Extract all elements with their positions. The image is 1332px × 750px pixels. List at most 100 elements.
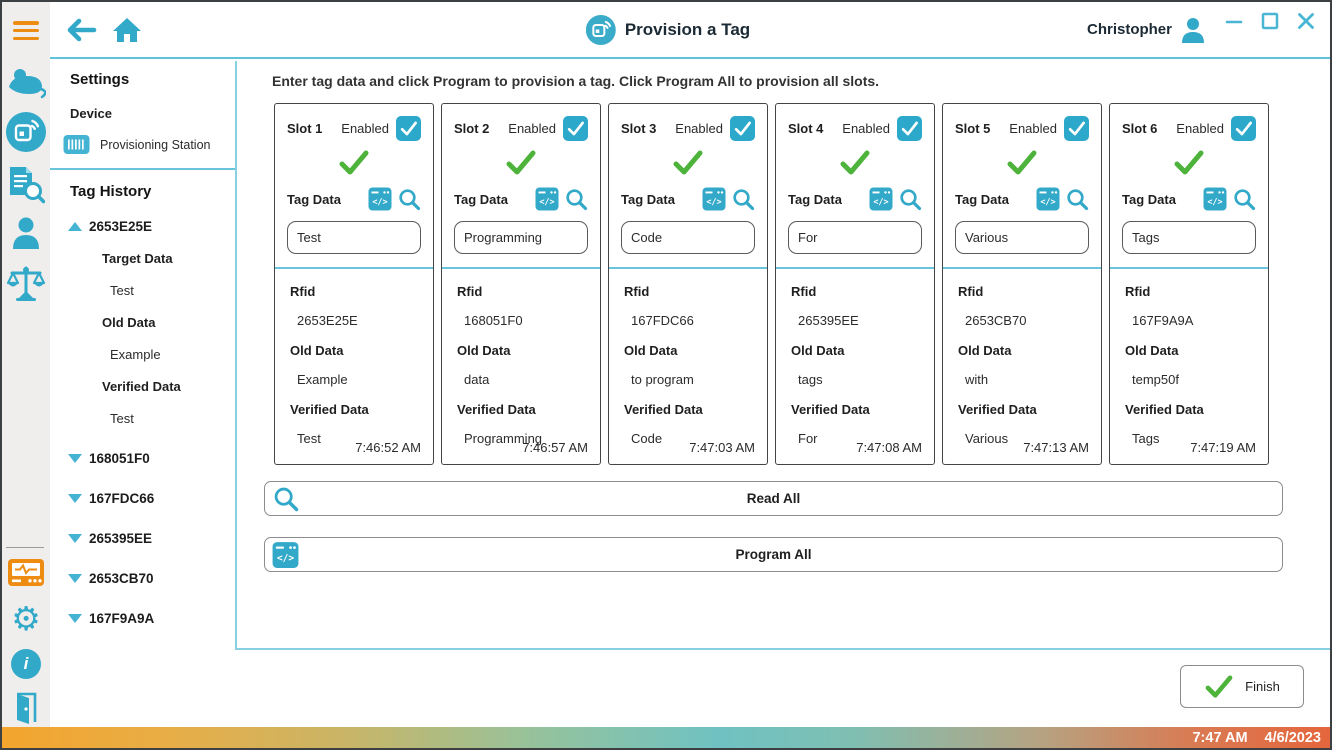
provision-tag-icon [586, 15, 616, 45]
enabled-label: Enabled [341, 121, 389, 136]
status-date: 4/6/2023 [1265, 730, 1321, 746]
sidebar-item-about[interactable]: i [11, 649, 41, 679]
read-slot-button[interactable] [1232, 187, 1256, 211]
program-slot-button[interactable]: </> [368, 187, 392, 211]
read-slot-button[interactable] [1065, 187, 1089, 211]
slot-timestamp: 7:47:13 AM [1023, 440, 1089, 455]
device-provisioning-station[interactable]: Provisioning Station [63, 134, 235, 155]
program-all-button[interactable]: </> Program All [264, 537, 1283, 572]
rfid-value: 167F9A9A [1122, 313, 1256, 328]
minimize-button[interactable] [1224, 11, 1244, 31]
sidebar-item-users[interactable] [11, 216, 41, 250]
back-button[interactable] [64, 16, 98, 44]
read-slot-button[interactable] [564, 187, 588, 211]
slot-card: Slot 6 Enabled [1109, 103, 1269, 465]
card-divider [1110, 267, 1268, 269]
program-slot-button[interactable]: </> [869, 187, 893, 211]
sidebar-item-settings[interactable]: ⚙ [11, 602, 41, 635]
history-item[interactable]: 167F9A9A [68, 611, 235, 626]
finish-button[interactable]: Finish [1180, 665, 1304, 708]
sidebar-item-provision-tag[interactable] [6, 112, 46, 152]
program-slot-button[interactable]: </> [1203, 187, 1227, 211]
rfid-label: Rfid [788, 284, 922, 299]
chevron-down-icon [68, 614, 82, 623]
history-id: 167F9A9A [89, 611, 154, 626]
program-all-label: Program All [735, 547, 811, 562]
enabled-checkbox[interactable] [396, 116, 421, 141]
rfid-value: 2653E25E [287, 313, 421, 328]
enabled-label: Enabled [842, 121, 890, 136]
history-item[interactable]: 265395EE [68, 531, 235, 546]
user-icon [1180, 16, 1206, 44]
history-item[interactable]: 168051F0 [68, 451, 235, 466]
sidebar-item-station[interactable] [7, 558, 45, 590]
read-slot-button[interactable] [731, 187, 755, 211]
enabled-checkbox[interactable] [730, 116, 755, 141]
history-section-label: Old Data [102, 315, 235, 330]
main-content: Enter tag data and click Program to prov… [236, 61, 1330, 572]
success-check-icon [672, 150, 704, 176]
chevron-down-icon [68, 574, 82, 583]
barcode-station-icon [63, 134, 90, 155]
verified-data-label: Verified Data [1122, 402, 1256, 417]
home-button[interactable] [112, 16, 142, 44]
header: Provision a Tag Christopher [50, 2, 1330, 59]
tag-data-input[interactable] [1122, 221, 1256, 254]
history-item[interactable]: 2653CB70 [68, 571, 235, 586]
page-title-group: Provision a Tag [586, 15, 750, 45]
tag-data-label: Tag Data [955, 192, 1009, 207]
tag-data-input[interactable] [955, 221, 1089, 254]
enabled-label: Enabled [675, 121, 723, 136]
tag-data-input[interactable] [621, 221, 755, 254]
sidebar-item-tag-report[interactable] [7, 164, 45, 204]
tag-data-input[interactable] [454, 221, 588, 254]
sidebar-item-mouse[interactable] [6, 64, 46, 102]
old-data-value: to program [621, 372, 755, 387]
enabled-checkbox[interactable] [1064, 116, 1089, 141]
maximize-button[interactable] [1260, 11, 1280, 31]
tag-data-input[interactable] [287, 221, 421, 254]
tag-data-input[interactable] [788, 221, 922, 254]
info-icon: i [11, 649, 41, 679]
card-divider [442, 267, 600, 269]
history-item-expanded[interactable]: 2653E25E [68, 219, 235, 234]
old-data-label: Old Data [788, 343, 922, 358]
read-all-button[interactable]: Read All [264, 481, 1283, 516]
slot-cards: Slot 1 Enabled [274, 103, 1330, 465]
slot-card: Slot 5 Enabled [942, 103, 1102, 465]
gear-icon: ⚙ [11, 602, 41, 635]
success-check-icon [1006, 150, 1038, 176]
enabled-checkbox[interactable] [563, 116, 588, 141]
history-section-value: Test [110, 283, 235, 298]
hamburger-menu-icon[interactable] [13, 21, 39, 44]
slot-name: Slot 4 [788, 121, 823, 136]
status-time: 7:47 AM [1192, 730, 1247, 746]
program-slot-button[interactable]: </> [702, 187, 726, 211]
old-data-label: Old Data [621, 343, 755, 358]
status-bar: 7:47 AM 4/6/2023 [2, 727, 1330, 748]
provision-tag-icon [6, 112, 46, 152]
program-slot-button[interactable]: </> [535, 187, 559, 211]
sidebar-item-exit[interactable] [12, 692, 40, 724]
user-area[interactable]: Christopher [1087, 16, 1206, 44]
read-slot-button[interactable] [898, 187, 922, 211]
home-icon [112, 16, 142, 44]
enabled-label: Enabled [508, 121, 556, 136]
sidebar-item-compliance[interactable] [6, 264, 46, 304]
history-item[interactable]: 167FDC66 [68, 491, 235, 506]
history-id: 168051F0 [89, 451, 150, 466]
slot-card: Slot 3 Enabled [608, 103, 768, 465]
read-slot-button[interactable] [397, 187, 421, 211]
chevron-down-icon [68, 534, 82, 543]
close-button[interactable] [1296, 11, 1316, 31]
rfid-label: Rfid [955, 284, 1089, 299]
program-icon: </> [272, 541, 299, 568]
device-label: Device [70, 106, 235, 121]
window-controls [1224, 11, 1316, 31]
enabled-checkbox[interactable] [897, 116, 922, 141]
enabled-checkbox[interactable] [1231, 116, 1256, 141]
chevron-down-icon [68, 454, 82, 463]
settings-panel: Settings Device Provisioning Station Tag… [50, 61, 235, 727]
old-data-label: Old Data [1122, 343, 1256, 358]
program-slot-button[interactable]: </> [1036, 187, 1060, 211]
